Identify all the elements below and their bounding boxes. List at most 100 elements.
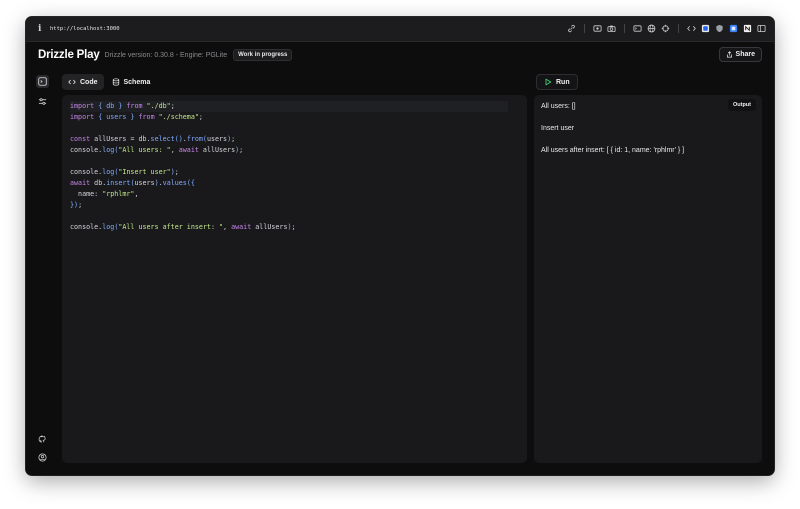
code-token: , (134, 190, 139, 198)
camera-icon[interactable] (607, 24, 616, 33)
sidebar-account-button[interactable] (36, 451, 49, 464)
code-token: log (102, 223, 115, 231)
notion-icon[interactable] (743, 24, 752, 33)
code-token: ; (78, 201, 83, 209)
site-info-icon[interactable]: i (38, 24, 44, 34)
code-token: name: (70, 190, 103, 198)
code-token: from (138, 113, 159, 121)
code-token: }) (70, 201, 79, 209)
code-line[interactable]: console.log("All users after insert: ", … (70, 222, 508, 233)
globe-icon[interactable] (647, 24, 656, 33)
sidebar-settings-button[interactable] (36, 95, 49, 108)
code-token: await (70, 179, 95, 187)
app-window: i http://localhost:3000 Drizzle Play Dri… (26, 17, 774, 475)
code-token: allUsers (202, 146, 236, 154)
code-token: values (162, 179, 187, 187)
code-token: "All users after insert: " (118, 223, 224, 231)
code-line[interactable]: const allUsers = db.select().from(users)… (70, 134, 508, 145)
code-line[interactable]: import { users } from "./schema"; (70, 112, 508, 123)
code-line[interactable]: await db.insert(users).values({ (70, 178, 508, 189)
terminal-icon[interactable] (633, 24, 642, 33)
code-line[interactable]: name: "rphlmr", (70, 189, 508, 200)
app-header: Drizzle Play Drizzle version: 0.30.8 - E… (26, 42, 774, 68)
code-line[interactable]: ​ (70, 123, 508, 134)
address-bar[interactable]: http://localhost:3000 (50, 26, 120, 32)
screenshot-icon[interactable] (593, 24, 602, 33)
code-editor[interactable]: import { db } from "./db"; import { users… (62, 95, 527, 463)
tab-schema[interactable]: Schema (106, 74, 157, 90)
code-token: allUsers = db. (94, 135, 151, 143)
code-line[interactable]: ​ (70, 211, 508, 222)
sidebar-toggle-icon[interactable] (757, 24, 766, 33)
tab-code-label: Code (80, 78, 98, 86)
code-token: await (178, 146, 203, 154)
code-token: console. (70, 168, 103, 176)
code-icon[interactable] (687, 24, 696, 33)
code-token: ; (174, 168, 179, 176)
code-token: allUsers (255, 223, 288, 231)
output-line: All users after insert: [ { id: 1, name:… (541, 147, 685, 154)
code-token: import (70, 102, 99, 110)
code-line[interactable]: ​ (70, 156, 508, 167)
play-icon (545, 78, 552, 86)
code-token: , (170, 146, 179, 154)
code-lines[interactable]: import { db } from "./db"; import { users… (70, 101, 508, 233)
code-token: ; (231, 135, 236, 143)
share-button[interactable]: Share (718, 47, 762, 62)
browser-toolbar: i http://localhost:3000 (26, 17, 774, 42)
brand-title[interactable]: Drizzle Play (38, 49, 100, 61)
code-token: await (231, 223, 256, 231)
shield-icon[interactable] (715, 24, 724, 33)
extension-grid-icon[interactable] (729, 24, 738, 33)
sliders-icon (38, 98, 47, 105)
tab-schema-label: Schema (123, 78, 151, 86)
crosshair-icon[interactable] (661, 24, 670, 33)
run-label: Run (556, 78, 570, 86)
output-line: All users: [] (541, 103, 576, 110)
code-token: } (126, 113, 139, 121)
code-token: , (223, 223, 232, 231)
code-line[interactable]: console.log("Insert user"); (70, 167, 508, 178)
code-token: () (174, 135, 183, 143)
run-button[interactable]: Run (536, 74, 578, 90)
code-token: "./schema" (158, 113, 199, 121)
editor-tabs: Code Schema (62, 74, 156, 90)
code-token: from (186, 135, 203, 143)
code-token: users (206, 135, 228, 143)
code-token: "Insert user" (118, 168, 171, 176)
code-token: select (150, 135, 175, 143)
code-token: ({ (186, 179, 195, 187)
code-token: users (106, 113, 127, 121)
output-line: Insert user (541, 125, 575, 132)
code-token: ; (239, 146, 244, 154)
code-token: import (70, 113, 99, 121)
code-line[interactable]: }); (70, 200, 508, 211)
output-badge: Output (727, 99, 756, 111)
share-icon (726, 51, 732, 58)
code-token: "./db" (146, 102, 171, 110)
sidebar-terminal-button[interactable] (36, 75, 49, 88)
code-token: console. (70, 223, 103, 231)
code-token: } (114, 102, 127, 110)
code-line[interactable]: console.log("All users: ", await allUser… (70, 145, 508, 156)
share-label: Share (735, 51, 755, 58)
code-token: db. (94, 179, 107, 187)
github-icon (38, 435, 46, 443)
status-badge: Work in progress (233, 49, 293, 61)
sidebar-github-button[interactable] (36, 433, 49, 446)
code-line[interactable]: import { db } from "./db"; (70, 101, 508, 112)
code-token: from (126, 102, 147, 110)
extension-blue-icon[interactable] (701, 24, 710, 33)
tab-code[interactable]: Code (62, 74, 104, 90)
code-token: log (102, 146, 115, 154)
database-icon (112, 78, 119, 86)
output-panel: Output All users: [] Insert user All use… (534, 95, 762, 463)
code-token: ; (170, 102, 175, 110)
user-circle-icon (38, 453, 47, 462)
terminal-panel-icon (38, 77, 47, 86)
code-token: users (134, 179, 155, 187)
link-icon[interactable] (567, 24, 576, 33)
code-token: const (70, 135, 95, 143)
code-token: insert (106, 179, 131, 187)
code-token: "rphlmr" (102, 190, 135, 198)
